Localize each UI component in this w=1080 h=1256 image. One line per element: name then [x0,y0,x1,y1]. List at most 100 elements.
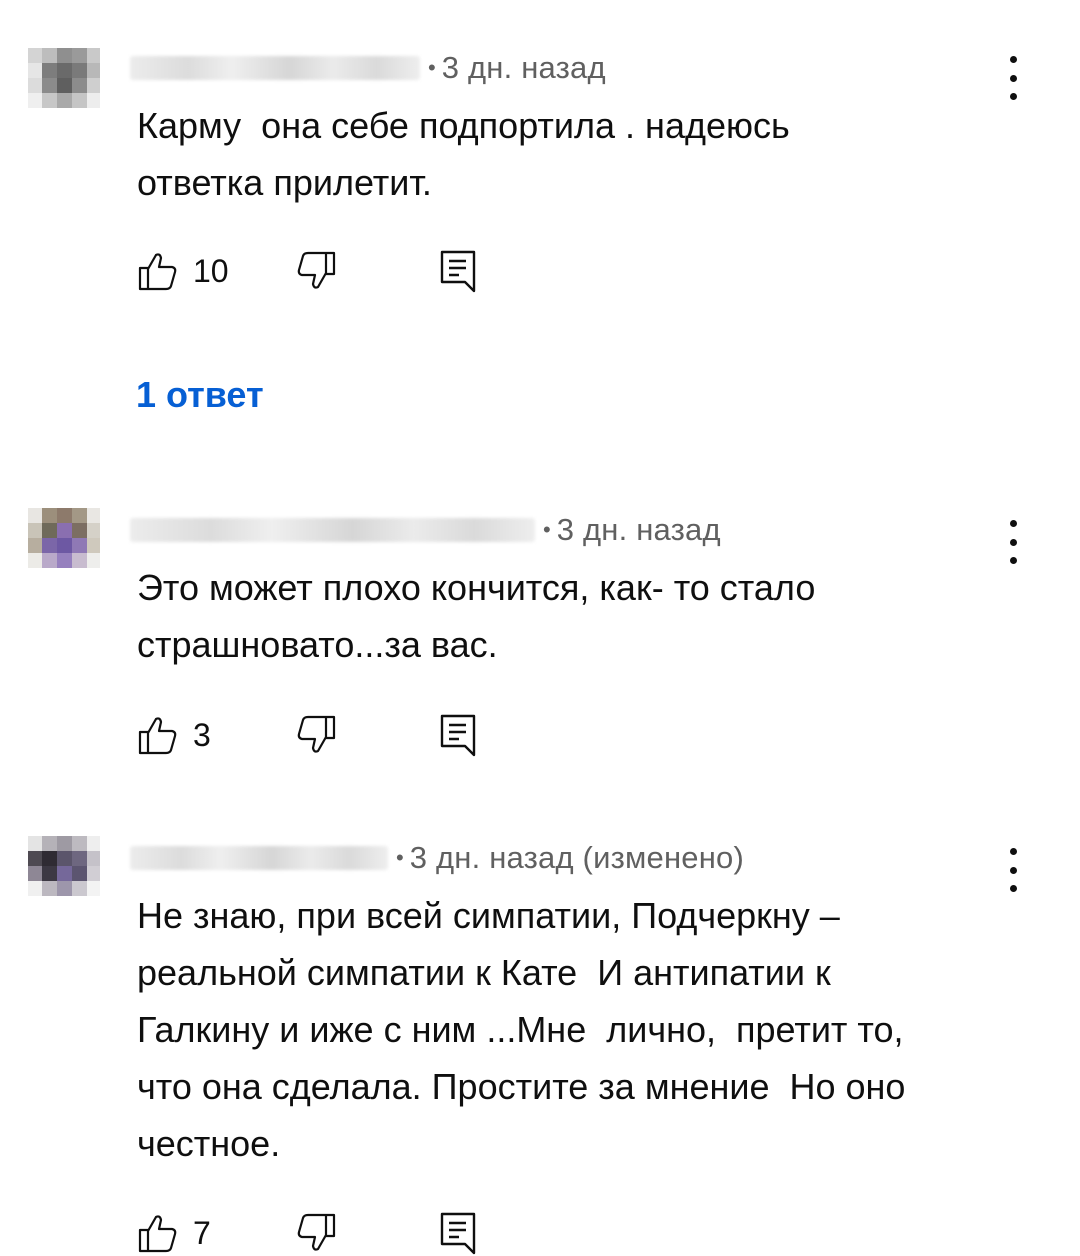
avatar-pixel [42,48,57,63]
avatar-pixel [28,78,42,93]
comment-header: • 3 дн. назад [130,510,721,550]
dot-separator: • [396,845,404,870]
avatar-pixel [28,93,42,108]
avatar-pixel [42,881,57,896]
avatar-pixel [42,866,57,881]
avatar-pixel [72,538,87,553]
reply-comment-icon [440,250,476,293]
avatar-pixel [57,553,72,568]
reply-comment-icon [440,714,476,757]
avatar-pixel [87,881,100,896]
view-replies-link[interactable]: 1 ответ [136,374,264,416]
comment-text: Не знаю, при всей симпатии, Подчеркну – … [137,895,906,1164]
dot-separator: • [543,517,551,542]
avatar-pixel [72,553,87,568]
avatar-pixel [72,881,87,896]
comment-timestamp: 3 дн. назад [441,50,606,85]
avatar-pixel [42,93,57,108]
comment-actions: 7 [137,1210,557,1256]
comment-header: • 3 дн. назад (изменено) [130,838,744,878]
avatar-pixel [57,866,72,881]
thumbs-down-icon [297,251,336,289]
comment-timestamp: 3 дн. назад [556,512,721,547]
reply-comment-icon [440,1212,476,1255]
avatar-pixel [42,836,57,851]
avatar-pixel [87,523,100,538]
avatar-pixel [87,538,100,553]
comment-actions: 10 [137,248,557,294]
avatar-pixel [72,508,87,523]
reply-button[interactable] [439,1210,477,1256]
avatar-pixel [42,553,57,568]
thumbs-up-icon [138,253,177,291]
avatar-pixel [72,63,87,78]
avatar[interactable] [28,502,100,574]
avatar-pixel [28,508,42,523]
avatar-pixel [72,851,87,866]
avatar-pixel [72,93,87,108]
author-name-blurred[interactable] [130,846,388,870]
dislike-button[interactable] [295,248,337,294]
avatar[interactable] [28,42,100,114]
avatar-pixel [87,63,100,78]
avatar[interactable] [28,830,100,902]
avatar-pixel [28,538,42,553]
author-name-blurred[interactable] [130,518,535,542]
author-name-blurred[interactable] [130,56,420,80]
avatar-pixel [28,63,42,78]
avatar-pixel [42,851,57,866]
thumbs-up-icon [138,717,177,755]
avatar-pixel [42,508,57,523]
more-options-icon[interactable] [1000,56,1026,100]
avatar-pixel [87,78,100,93]
like-count: 10 [193,252,229,289]
avatar-pixel [72,48,87,63]
avatar-pixel [72,78,87,93]
avatar-pixel [42,523,57,538]
avatar-pixel [87,851,100,866]
comment-header: • 3 дн. назад [130,48,606,88]
dislike-button[interactable] [295,712,337,758]
avatar-pixel [87,508,100,523]
reply-button[interactable] [439,248,477,294]
comment-text: Это может плохо кончится, как- то стало … [137,567,816,665]
avatar-pixel [87,553,100,568]
avatar-pixel [57,523,72,538]
like-button[interactable]: 7 [137,1210,211,1256]
avatar-pixel [57,508,72,523]
thumbs-up-icon [138,1215,177,1253]
avatar-pixel [57,881,72,896]
avatar-pixel [28,553,42,568]
like-count: 3 [193,716,211,753]
dislike-button[interactable] [295,1210,337,1256]
avatar-pixel [87,866,100,881]
avatar-pixel [28,851,42,866]
comment-text: Карму она себе подпортила . надеюсь отве… [137,105,790,203]
thumbs-down-icon [297,715,336,753]
avatar-pixel [42,78,57,93]
avatar-pixel [28,866,42,881]
avatar-pixel [72,836,87,851]
more-options-icon[interactable] [1000,520,1026,564]
avatar-pixel [57,63,72,78]
avatar-pixel [57,836,72,851]
thumbs-down-icon [297,1213,336,1251]
avatar-pixel [57,78,72,93]
more-options-icon[interactable] [1000,848,1026,892]
avatar-pixel [57,48,72,63]
like-button[interactable]: 3 [137,712,211,758]
avatar-pixel [57,93,72,108]
like-count: 7 [193,1214,211,1251]
avatar-pixel [87,48,100,63]
avatar-pixel [57,851,72,866]
avatar-pixel [42,538,57,553]
dot-separator: • [428,55,436,80]
like-button[interactable]: 10 [137,248,229,294]
avatar-pixel [28,48,42,63]
reply-button[interactable] [439,712,477,758]
comment-timestamp: 3 дн. назад (изменено) [409,840,745,875]
avatar-pixel [28,523,42,538]
avatar-pixel [87,93,100,108]
avatar-pixel [28,836,42,851]
avatar-pixel [72,523,87,538]
